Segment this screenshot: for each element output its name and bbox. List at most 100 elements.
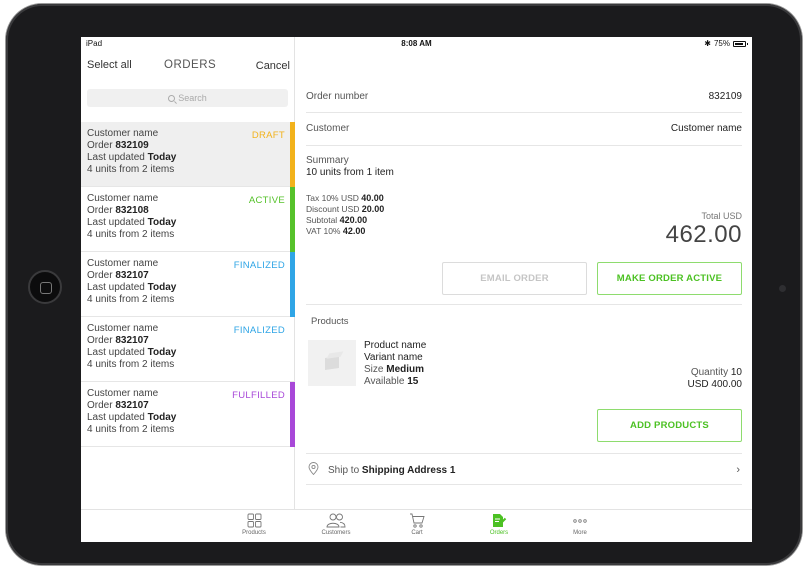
variant-name: Variant name (364, 352, 423, 363)
tab-label: Products (242, 530, 266, 536)
order-customer: Customer name (87, 258, 159, 269)
orders-sidebar: Select all ORDERS Cancel Search Customer… (81, 37, 295, 509)
chevron-right-icon: › (736, 464, 740, 476)
updated-label: Last updated (87, 217, 148, 228)
order-number-label: Order number (306, 91, 369, 102)
customer-label: Customer (306, 123, 350, 134)
customer-row[interactable]: Customer Customer name (306, 123, 742, 146)
available-value: 15 (407, 376, 419, 387)
screen: iPad 8:08 AM ✱ 75% Select all ORDERS Can… (81, 37, 752, 542)
discount-label: Discount USD (306, 204, 362, 214)
summary: Summary 10 units from 1 item (306, 155, 394, 179)
order-label: Order (87, 205, 116, 216)
cart-icon (410, 513, 425, 528)
cancel-button[interactable]: Cancel (256, 60, 290, 72)
tab-orders[interactable]: Orders (469, 513, 529, 536)
more-icon (573, 519, 587, 523)
size-label: Size (364, 364, 387, 375)
vat-value: 42.00 (342, 226, 366, 236)
select-all-button[interactable]: Select all (87, 59, 132, 71)
tab-bar: Products Customers Cart Orders More (81, 509, 752, 542)
product-thumbnail[interactable] (308, 340, 356, 386)
updated-label: Last updated (87, 412, 148, 423)
status-badge: FULFILLED (232, 390, 285, 401)
order-item-fulfilled[interactable]: Customer name Order 832107 Last updated … (81, 382, 295, 447)
search-input[interactable]: Search (87, 89, 288, 107)
status-badge: ACTIVE (248, 195, 285, 206)
tab-products[interactable]: Products (224, 513, 284, 536)
customer-value: Customer name (670, 123, 742, 134)
discount-value: 20.00 (361, 204, 385, 214)
product-quantity: Quantity 10 USD 400.00 (688, 367, 742, 391)
status-badge: FINALIZED (233, 325, 285, 336)
order-item-draft[interactable]: Customer name Order 832109 Last updated … (81, 122, 295, 187)
product-name: Product name (364, 340, 427, 351)
status-color-bar (290, 252, 295, 317)
box-icon (325, 356, 339, 370)
ship-to-row[interactable]: Ship to Shipping Address 1 › (306, 453, 742, 485)
order-label: Order (87, 400, 116, 411)
order-units: 4 units from 2 items (87, 164, 175, 175)
email-order-button[interactable]: EMAIL ORDER (442, 262, 587, 295)
ship-to-label: Ship to (328, 465, 362, 476)
summary-label: Summary (306, 155, 349, 166)
battery-percent: 75% (713, 39, 730, 48)
tax-value: 40.00 (361, 193, 384, 203)
vat-label: VAT 10% (306, 226, 343, 236)
users-icon (326, 513, 346, 528)
order-label: Order (87, 335, 116, 346)
order-label: Order (87, 270, 116, 281)
size-value: Medium (386, 364, 425, 375)
order-item-active[interactable]: Customer name Order 832108 Last updated … (81, 187, 295, 252)
subtotal-label: Subtotal (306, 215, 340, 225)
order-units: 4 units from 2 items (87, 424, 175, 435)
location-pin-icon (308, 462, 319, 475)
status-color-bar (290, 187, 295, 252)
orders-title: ORDERS (164, 59, 217, 71)
order-units: 4 units from 2 items (87, 229, 175, 240)
order-detail: Order number 832109 Customer Customer na… (296, 51, 752, 509)
divider (306, 304, 742, 305)
order-number-value: 832109 (708, 91, 742, 102)
order-item-finalized[interactable]: Customer name Order 832107 Last updated … (81, 252, 295, 317)
status-color-bar (290, 382, 295, 447)
tab-label: More (573, 530, 587, 536)
total-value: 462.00 (665, 221, 742, 248)
price-breakdown: Tax 10% USD 40.00 Discount USD 20.00 Sub… (306, 193, 384, 237)
order-number-row: Order number 832109 (306, 91, 742, 113)
tab-cart[interactable]: Cart (387, 513, 447, 536)
search-placeholder: Search (178, 93, 207, 103)
order-updated: Today (147, 152, 177, 163)
order-units: 4 units from 2 items (87, 359, 175, 370)
updated-label: Last updated (87, 347, 148, 358)
ship-to-text: Ship to Shipping Address 1 (328, 465, 455, 476)
order-updated: Today (147, 412, 177, 423)
status-color-bar (290, 122, 295, 187)
home-button[interactable] (28, 270, 62, 304)
total-label: Total USD (701, 211, 742, 221)
tab-customers[interactable]: Customers (306, 513, 366, 536)
battery-icon (733, 40, 748, 47)
add-products-button[interactable]: ADD PRODUCTS (597, 409, 742, 442)
order-number: 832109 (115, 140, 149, 151)
order-number: 832107 (115, 270, 149, 281)
available-label: Available (364, 376, 408, 387)
order-list: Customer name Order 832109 Last updated … (81, 122, 295, 447)
order-customer: Customer name (87, 388, 159, 399)
orders-header: Select all ORDERS Cancel (81, 57, 295, 77)
tax-label: Tax 10% USD (306, 193, 362, 203)
tab-more[interactable]: More (550, 513, 610, 536)
ipad-frame: iPad 8:08 AM ✱ 75% Select all ORDERS Can… (6, 4, 802, 565)
order-item-finalized-2[interactable]: Customer name Order 832107 Last updated … (81, 317, 295, 382)
order-label: Order (87, 140, 116, 151)
tab-label: Customers (321, 530, 351, 536)
search-icon (168, 94, 176, 102)
order-updated: Today (147, 282, 177, 293)
subtotal-value: 420.00 (339, 215, 368, 225)
tab-label: Orders (489, 530, 509, 536)
orders-icon (493, 514, 507, 527)
quantity-value: 10 (730, 367, 742, 378)
tab-label: Cart (411, 530, 423, 536)
make-order-active-button[interactable]: MAKE ORDER ACTIVE (597, 262, 742, 295)
order-number: 832107 (115, 400, 149, 411)
